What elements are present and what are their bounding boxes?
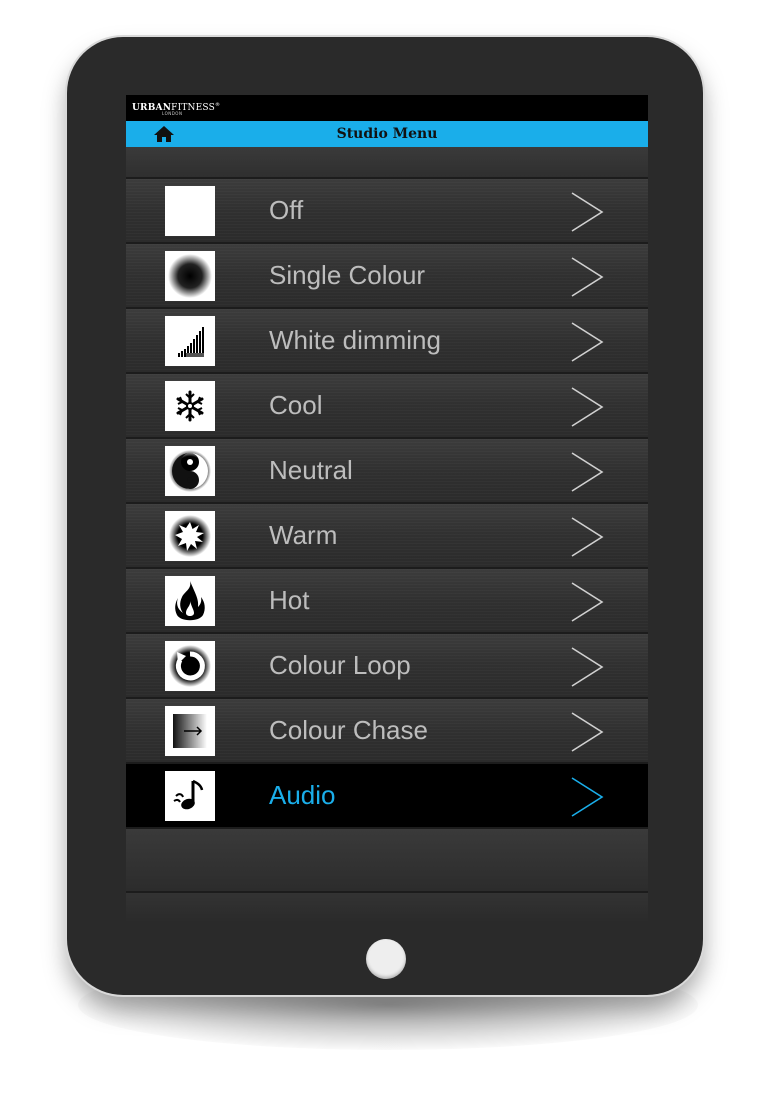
- yin-yang-icon: [165, 446, 215, 496]
- page-title: Studio Menu: [336, 126, 438, 142]
- menu-bottom-spacer-2: [126, 893, 648, 923]
- chevron-right-icon: [571, 777, 604, 817]
- snowflake-icon: [165, 381, 215, 431]
- menu-item-hot[interactable]: Hot: [126, 569, 648, 634]
- chevron-right-icon: [571, 582, 604, 622]
- menu-item-label: Neutral: [269, 455, 353, 485]
- loop-icon: [165, 641, 215, 691]
- app-screen: URBANFITNESS® LONDON Studio Menu Off Sing…: [126, 95, 648, 923]
- off-icon: [165, 186, 215, 236]
- flame-icon: [165, 576, 215, 626]
- menu-item-label: Audio: [269, 780, 336, 810]
- chevron-right-icon: [571, 192, 604, 232]
- menu-item-white-dimming[interactable]: White dimming: [126, 309, 648, 374]
- chevron-right-icon: [571, 517, 604, 557]
- title-bar: Studio Menu: [126, 121, 648, 147]
- chevron-right-icon: [571, 387, 604, 427]
- menu-bottom-spacer: [126, 829, 648, 893]
- music-note-icon: [165, 771, 215, 821]
- device-home-button[interactable]: [366, 939, 406, 979]
- home-icon[interactable]: [153, 125, 175, 143]
- menu-item-label: Off: [269, 195, 304, 225]
- menu-top-spacer: [126, 147, 648, 179]
- menu-item-label: Colour Chase: [269, 715, 428, 745]
- chevron-right-icon: [571, 322, 604, 362]
- chase-arrow-icon: [165, 706, 215, 756]
- chevron-right-icon: [571, 257, 604, 297]
- menu-item-audio[interactable]: Audio: [126, 764, 648, 829]
- menu-item-label: Hot: [269, 585, 310, 615]
- menu-item-label: White dimming: [269, 325, 441, 355]
- studio-menu-list: Off Single Colour White dimming Cool Neutral…: [126, 179, 648, 829]
- chevron-right-icon: [571, 647, 604, 687]
- menu-item-warm[interactable]: Warm: [126, 504, 648, 569]
- single-colour-icon: [165, 251, 215, 301]
- menu-item-neutral[interactable]: Neutral: [126, 439, 648, 504]
- menu-item-label: Single Colour: [269, 260, 426, 290]
- menu-item-label: Cool: [269, 390, 323, 420]
- menu-item-colour-chase[interactable]: Colour Chase: [126, 699, 648, 764]
- menu-item-cool[interactable]: Cool: [126, 374, 648, 439]
- chevron-right-icon: [571, 452, 604, 492]
- menu-item-label: Colour Loop: [269, 650, 411, 680]
- menu-item-off[interactable]: Off: [126, 179, 648, 244]
- sun-icon: [165, 511, 215, 561]
- menu-item-label: Warm: [269, 520, 338, 550]
- menu-item-colour-loop[interactable]: Colour Loop: [126, 634, 648, 699]
- brand-bar: URBANFITNESS® LONDON: [126, 95, 648, 121]
- white-dimming-icon: [165, 316, 215, 366]
- chevron-right-icon: [571, 712, 604, 752]
- menu-item-single-colour[interactable]: Single Colour: [126, 244, 648, 309]
- brand-subtitle: LONDON: [162, 111, 183, 116]
